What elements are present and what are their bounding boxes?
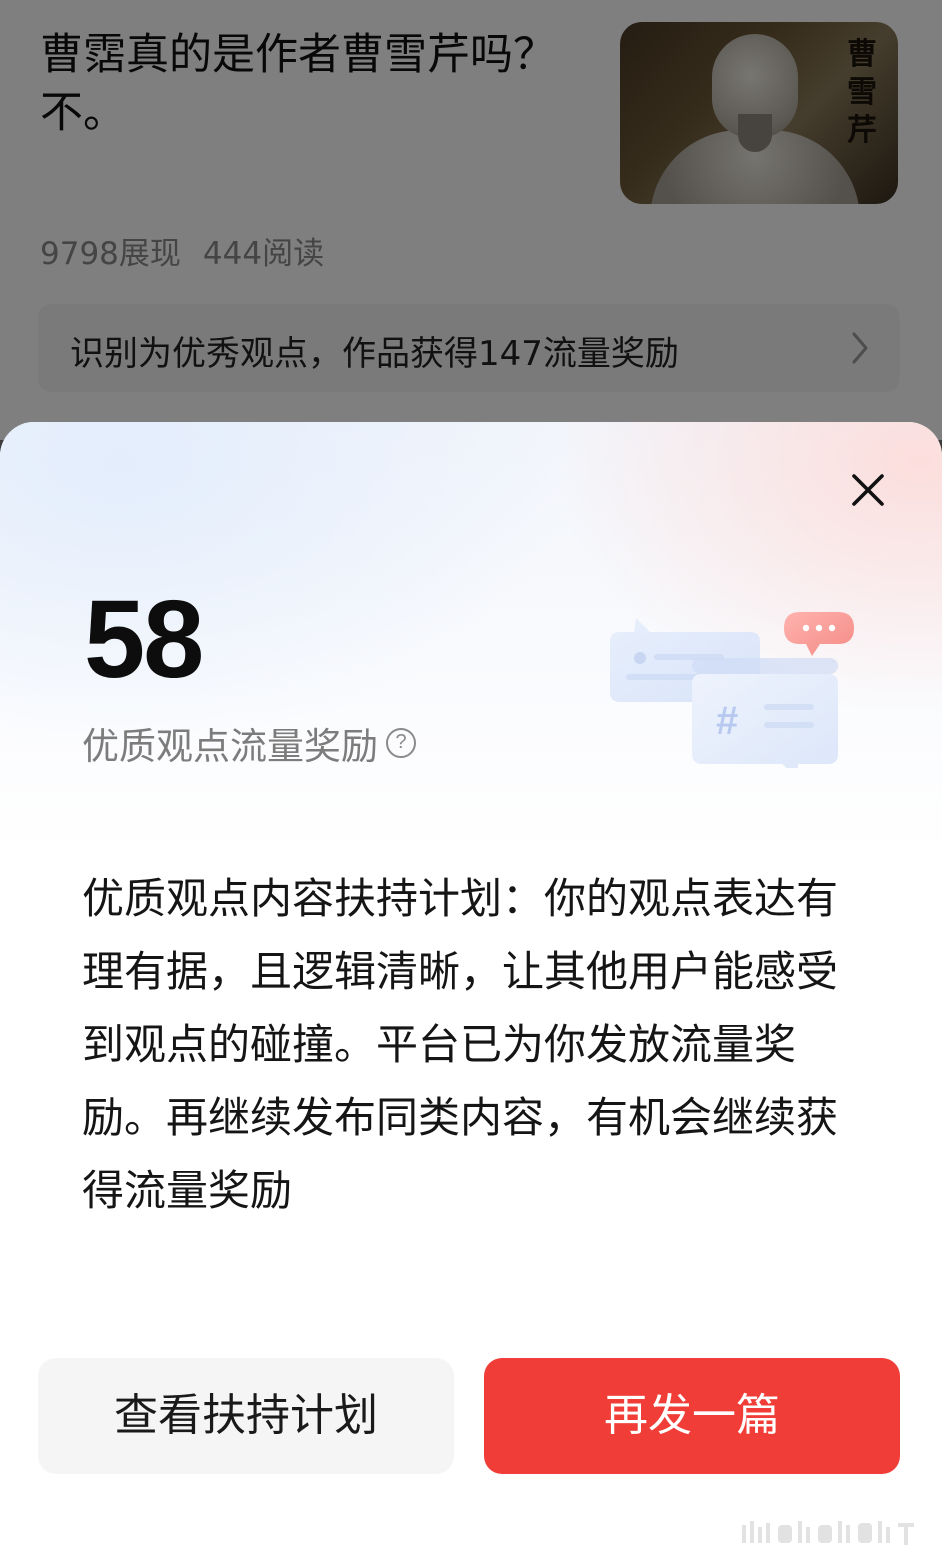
reward-sheet: 58 优质观点流量奖励 ? # 优质观点内容扶持计划：你的观点表达有理有据，且逻…	[0, 422, 942, 1563]
reward-label-row: 优质观点流量奖励 ?	[82, 716, 416, 770]
help-icon[interactable]: ?	[386, 728, 416, 758]
close-button[interactable]	[846, 468, 890, 512]
reward-amount: 58	[84, 578, 204, 701]
view-plan-button[interactable]: 查看扶持计划	[38, 1358, 454, 1474]
svg-text:#: #	[716, 699, 738, 743]
reward-label: 优质观点流量奖励	[82, 725, 378, 768]
post-again-button[interactable]: 再发一篇	[484, 1358, 900, 1474]
description-text: 优质观点内容扶持计划：你的观点表达有理有据，且逻辑清晰，让其他用户能感受到观点的…	[82, 874, 839, 1215]
chat-bubbles-illustration: #	[610, 612, 854, 768]
close-icon	[852, 474, 884, 506]
watermark-logo	[742, 1521, 914, 1545]
